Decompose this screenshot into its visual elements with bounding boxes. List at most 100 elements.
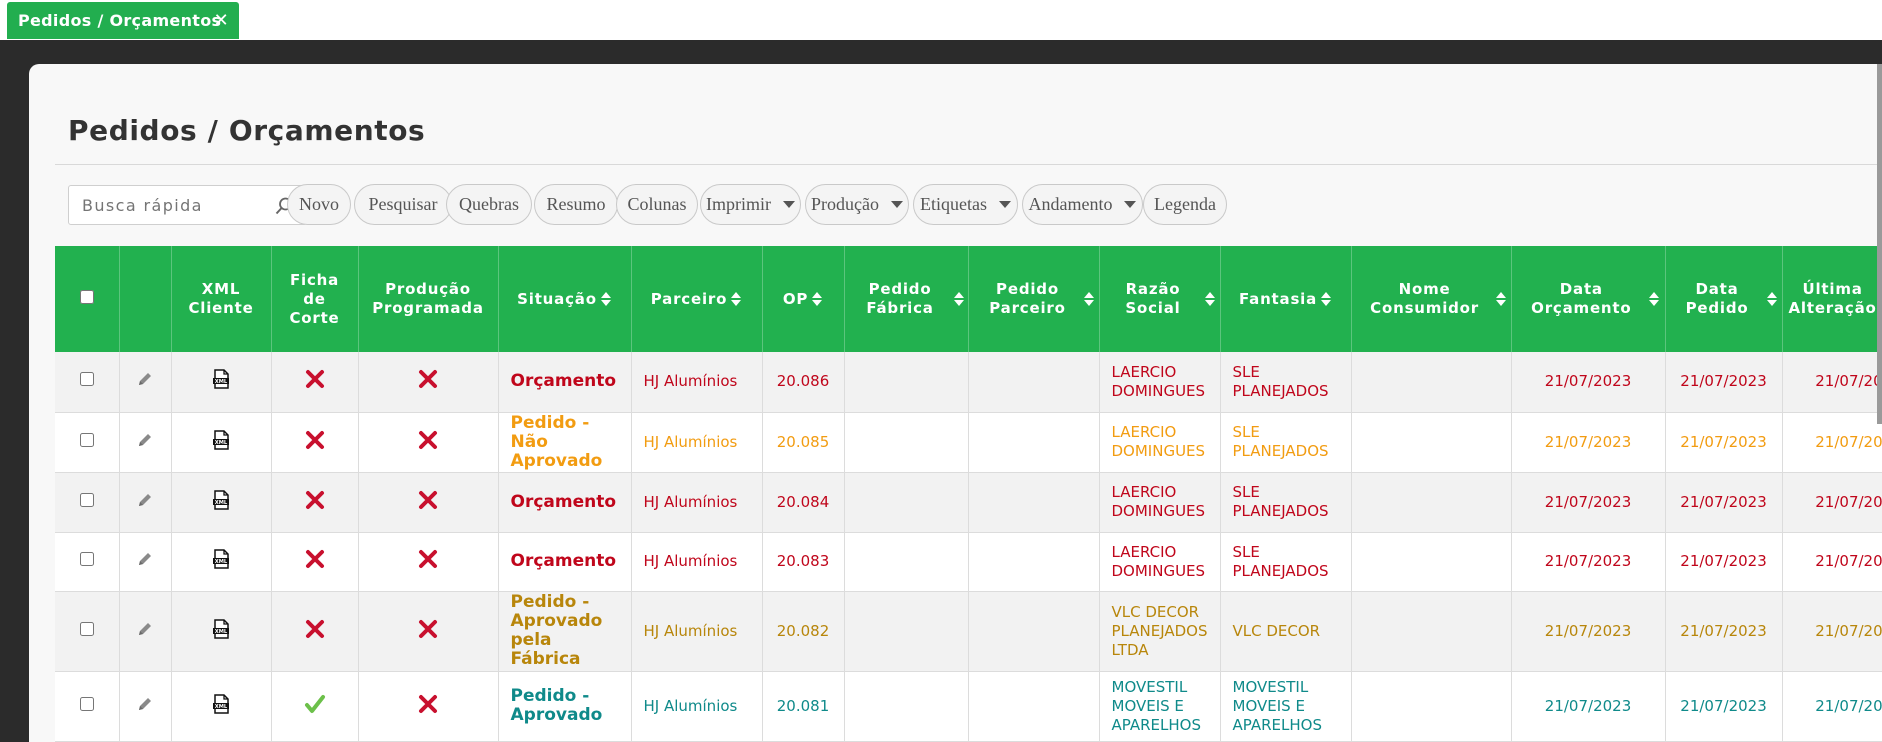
row-checkbox[interactable]: [79, 552, 94, 566]
xml-file-icon[interactable]: XML: [211, 693, 231, 719]
table-header-row: XML Cliente Ficha de Corte Produção Progra…: [55, 246, 1882, 352]
cell-pedido_fabrica: [844, 671, 969, 742]
table-row[interactable]: XML Orçamento HJ Alumínios 20.083 LAERCIO DO…: [55, 532, 1882, 592]
cell-razao: LAERCIO DOMINGUES: [1099, 532, 1221, 592]
row-checkbox[interactable]: [79, 432, 94, 447]
row-edit-cell: [119, 671, 172, 742]
toolbar-button-legenda[interactable]: Legenda: [1143, 184, 1227, 225]
header-parceiro[interactable]: Parceiro: [631, 246, 763, 352]
cell-data_ped: 21/07/2023: [1665, 532, 1783, 592]
header-consumidor[interactable]: Nome Consumidor: [1351, 246, 1512, 352]
cell-pedido_fabrica: [844, 472, 969, 533]
header-select-all[interactable]: [55, 246, 120, 352]
sort-icon[interactable]: [1084, 292, 1095, 306]
close-icon[interactable]: ✕: [214, 10, 229, 31]
sort-icon[interactable]: [1204, 292, 1215, 306]
header-label: Pedido Parceiro: [989, 280, 1066, 317]
xml-file-icon[interactable]: XML: [211, 549, 231, 574]
toolbar-button-imprimir[interactable]: Imprimir: [700, 184, 801, 225]
svg-text:XML: XML: [215, 379, 228, 385]
search-input[interactable]: [80, 195, 264, 216]
header-label: Data Pedido: [1685, 280, 1749, 317]
row-ficha-cell: [271, 591, 359, 672]
cell-consumidor: [1351, 472, 1512, 533]
row-checkbox[interactable]: [79, 372, 94, 387]
header-pedido_fabrica[interactable]: Pedido Fábrica: [844, 246, 969, 352]
toolbar-button-label: Legenda: [1154, 194, 1216, 214]
header-content: OP: [769, 290, 838, 309]
xml-file-icon[interactable]: XML: [211, 429, 231, 455]
header-op[interactable]: OP: [762, 246, 845, 352]
toolbar-button-producao[interactable]: Produção: [805, 184, 909, 225]
xml-file-icon[interactable]: XML: [211, 369, 231, 394]
row-checkbox[interactable]: [79, 696, 94, 711]
cell-razao: LAERCIO DOMINGUES: [1099, 412, 1221, 473]
cell-pedido_parceiro: [968, 591, 1100, 672]
cell-ultima: 21/07/20: [1782, 352, 1882, 413]
header-content: Parceiro: [638, 290, 756, 309]
row-producao-cell: [358, 412, 499, 473]
sort-icon[interactable]: [731, 292, 742, 306]
toolbar-button-pesquisar[interactable]: Pesquisar: [354, 184, 452, 225]
cell-op: 20.084: [762, 472, 845, 533]
header-fantasia[interactable]: Fantasia: [1220, 246, 1352, 352]
sort-icon[interactable]: [953, 292, 964, 306]
edit-pencil-icon[interactable]: [137, 551, 153, 572]
quick-search: [68, 185, 307, 225]
sort-icon[interactable]: [1495, 292, 1506, 306]
table-row[interactable]: XML Pedido - Aprovado HJ Alumínios 20.081 MO…: [55, 671, 1882, 742]
sort-icon[interactable]: [812, 292, 823, 306]
header-data_ped[interactable]: Data Pedido: [1665, 246, 1783, 352]
toolbar-button-label: Pesquisar: [368, 194, 438, 214]
toolbar-button-andamento[interactable]: Andamento: [1022, 184, 1143, 225]
table-row[interactable]: XML Pedido - Não Aprovado HJ Alumínios 20.0…: [55, 412, 1882, 473]
row-checkbox[interactable]: [79, 492, 94, 507]
cross-icon: [305, 549, 325, 574]
toolbar-button-etiquetas[interactable]: Etiquetas: [913, 184, 1018, 225]
row-ficha-cell: [271, 352, 359, 413]
tab-label: Pedidos / Orçamentos: [18, 11, 222, 30]
edit-pencil-icon[interactable]: [137, 492, 153, 513]
cell-pedido_parceiro: [968, 412, 1100, 473]
sort-icon[interactable]: [600, 292, 612, 306]
row-select-cell: [55, 671, 120, 742]
cell-consumidor: [1351, 412, 1512, 473]
header-label: Fantasia: [1238, 289, 1318, 308]
tab-pedidos-orcamentos[interactable]: Pedidos / Orçamentos ✕: [7, 2, 239, 39]
edit-pencil-icon[interactable]: [137, 621, 153, 642]
vertical-scrollbar[interactable]: [1877, 64, 1882, 424]
cross-icon: [418, 490, 438, 515]
sort-icon[interactable]: [1649, 292, 1660, 306]
toolbar-button-colunas[interactable]: Colunas: [616, 184, 698, 225]
select-all-checkbox[interactable]: [79, 289, 94, 304]
toolbar-button-resumo[interactable]: Resumo: [534, 184, 618, 225]
table-row[interactable]: XML Pedido - Aprovado pela Fábrica HJ Alum…: [55, 591, 1882, 672]
header-situacao[interactable]: Situação: [498, 246, 632, 352]
row-checkbox[interactable]: [79, 621, 94, 636]
row-select-cell: [55, 412, 120, 473]
edit-pencil-icon[interactable]: [137, 696, 153, 717]
table-row[interactable]: XML Orçamento HJ Alumínios 20.086 LAERCIO DO…: [55, 352, 1882, 413]
toolbar-button-label: Produção: [811, 194, 879, 214]
edit-pencil-icon[interactable]: [137, 371, 153, 392]
sort-icon[interactable]: [1321, 292, 1332, 306]
header-razao[interactable]: Razão Social: [1099, 246, 1221, 352]
xml-file-icon[interactable]: XML: [211, 618, 231, 644]
edit-pencil-icon[interactable]: [137, 432, 153, 453]
title-divider: [55, 164, 1882, 165]
toolbar-button-novo[interactable]: Novo: [287, 184, 351, 225]
row-producao-cell: [358, 671, 499, 742]
header-content: Produção Programada: [365, 280, 492, 318]
sort-icon[interactable]: [1766, 292, 1777, 306]
header-pedido_parceiro[interactable]: Pedido Parceiro: [968, 246, 1100, 352]
row-xml-cell: XML: [171, 472, 272, 533]
xml-file-icon[interactable]: XML: [211, 489, 231, 515]
orders-grid: XML Cliente Ficha de Corte Produção Progra…: [55, 246, 1882, 742]
header-label: Data Orçamento: [1531, 280, 1632, 317]
header-data_orc[interactable]: Data Orçamento: [1511, 246, 1666, 352]
cross-icon: [418, 619, 438, 644]
row-producao-cell: [358, 591, 499, 672]
toolbar-button-quebras[interactable]: Quebras: [446, 184, 532, 225]
header-ultima: Última Alteração: [1782, 246, 1882, 352]
table-row[interactable]: XML Orçamento HJ Alumínios 20.084 LAERCIO DO…: [55, 472, 1882, 533]
